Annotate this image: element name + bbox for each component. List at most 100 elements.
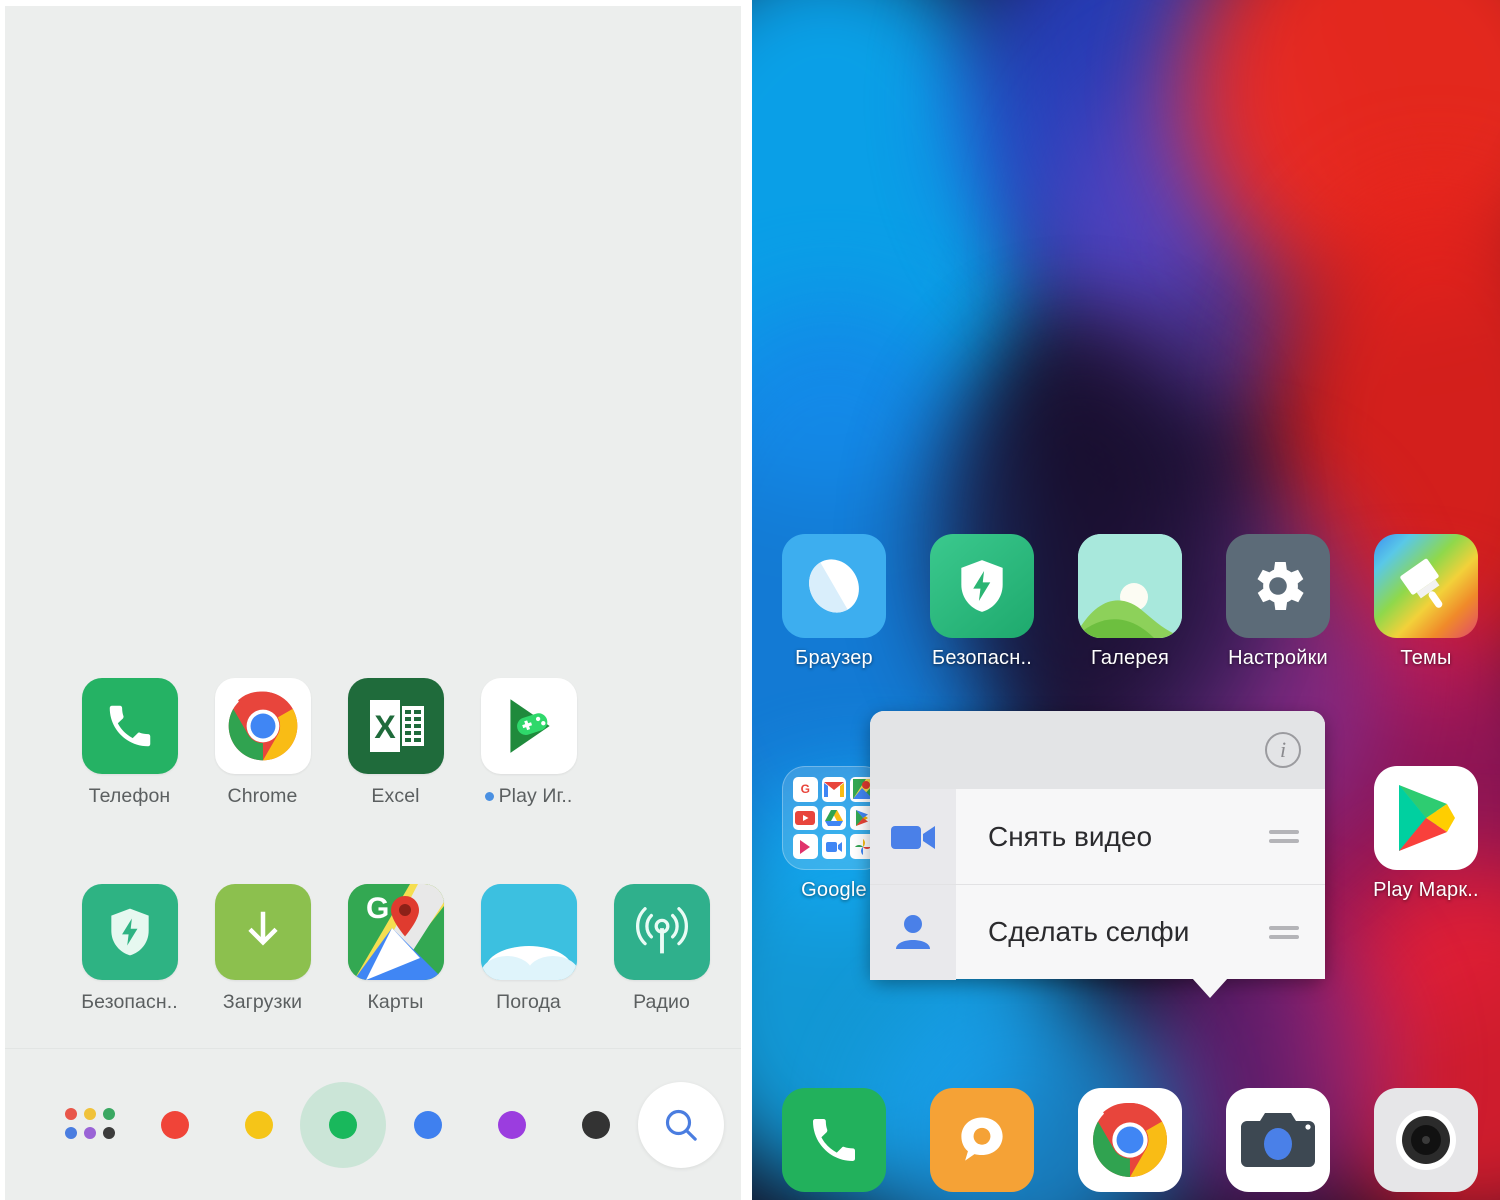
- home-row-1: Браузер Безопасн.. Галерея Настройки Тем…: [752, 534, 1500, 670]
- app-label: Телефон: [89, 785, 171, 808]
- color-filter-purple[interactable]: [470, 1070, 554, 1180]
- dock-chrome[interactable]: [1056, 1088, 1204, 1192]
- security-shield-icon[interactable]: [930, 534, 1034, 638]
- color-dot-black: [581, 1110, 610, 1139]
- browser-icon[interactable]: [782, 534, 886, 638]
- message-bubble-glyph: [961, 1117, 1003, 1161]
- color-filter-bar: [5, 1048, 741, 1200]
- phone-icon[interactable]: [81, 678, 178, 774]
- home-item-security[interactable]: Безопасн..: [908, 534, 1056, 670]
- svg-text:X: X: [374, 709, 396, 745]
- dock-phone[interactable]: [760, 1088, 908, 1192]
- app-label: Excel: [371, 785, 419, 808]
- home-label: Браузер: [795, 647, 873, 669]
- app-item-maps[interactable]: G Карты: [329, 884, 462, 1014]
- app-item-security[interactable]: Безопасн..: [63, 884, 196, 1014]
- app-label: Безопасн..: [81, 991, 178, 1014]
- app-item-play-games[interactable]: Play Иг..: [462, 678, 595, 808]
- dock: [752, 1088, 1500, 1192]
- drawer-empty-area: [5, 6, 741, 666]
- popup-item-take-selfie[interactable]: Сделать селфи: [870, 884, 1325, 980]
- app-label: Загрузки: [223, 991, 302, 1014]
- app-item-excel[interactable]: X Excel: [329, 678, 462, 808]
- drag-handle-icon[interactable]: [1257, 925, 1311, 939]
- search-button[interactable]: [637, 1070, 724, 1180]
- security-shield-icon[interactable]: [81, 884, 178, 980]
- play-games-glyph: [509, 699, 550, 753]
- home-screen-panel: Браузер Безопасн.. Галерея Настройки Тем…: [752, 0, 1500, 1200]
- color-filter-black[interactable]: [554, 1070, 638, 1180]
- app-label-text: Безопасн..: [81, 991, 178, 1013]
- shield-glyph: [110, 908, 149, 956]
- new-app-dot-icon: [484, 792, 494, 801]
- themes-brush-icon[interactable]: [1374, 534, 1478, 638]
- video-camera-icon: [870, 789, 956, 884]
- radio-broadcast-icon[interactable]: [613, 884, 710, 980]
- camera-icon[interactable]: [1226, 1088, 1330, 1192]
- play-games-icon[interactable]: [480, 678, 577, 774]
- home-item-browser[interactable]: Браузер: [760, 534, 908, 670]
- camera-lens-icon[interactable]: [1374, 1088, 1478, 1192]
- all-colors-swatch-icon: [64, 1107, 118, 1142]
- app-item-chrome[interactable]: Chrome: [196, 678, 329, 808]
- search-fab[interactable]: [637, 1081, 724, 1168]
- app-item-radio[interactable]: Радио: [595, 884, 728, 1014]
- popup-item-record-video[interactable]: Снять видео: [870, 789, 1325, 884]
- color-dot-purple: [497, 1110, 526, 1139]
- download-arrow-glyph: [247, 911, 278, 946]
- phone-glyph: [813, 1119, 855, 1161]
- cloud-glyph: [480, 884, 577, 980]
- gear-glyph: [1257, 562, 1304, 610]
- color-dot-red: [161, 1110, 190, 1139]
- app-item-downloads[interactable]: Загрузки: [196, 884, 329, 1014]
- info-glyph: i: [1279, 737, 1287, 762]
- person-glyph: [896, 915, 930, 949]
- home-label: Настройки: [1228, 647, 1328, 669]
- gallery-glyph: [1078, 534, 1182, 638]
- app-item-weather[interactable]: Погода: [462, 884, 595, 1014]
- app-label: Погода: [496, 991, 561, 1014]
- weather-cloud-icon[interactable]: [480, 884, 577, 980]
- color-filter-all-colors[interactable]: [49, 1070, 133, 1180]
- home-label: Галерея: [1090, 647, 1170, 669]
- app-item-phone[interactable]: Телефон: [63, 678, 196, 808]
- chrome-glyph: [1093, 1102, 1167, 1177]
- dock-camera[interactable]: [1204, 1088, 1352, 1192]
- popup-tail-icon: [1192, 978, 1228, 998]
- downloads-arrow-icon[interactable]: [214, 884, 311, 980]
- home-item-gallery[interactable]: Галерея: [1056, 534, 1204, 670]
- chrome-icon[interactable]: [214, 678, 311, 774]
- chrome-icon[interactable]: [1078, 1088, 1182, 1192]
- dock-messages[interactable]: [908, 1088, 1056, 1192]
- home-item-settings[interactable]: Настройки: [1204, 534, 1352, 670]
- home-item-themes[interactable]: Темы: [1352, 534, 1500, 670]
- search-icon: [665, 1109, 697, 1141]
- excel-icon[interactable]: X: [347, 678, 444, 774]
- color-dot-yellow: [245, 1110, 274, 1139]
- color-filter-blue[interactable]: [386, 1070, 470, 1180]
- settings-gear-icon[interactable]: [1226, 534, 1330, 638]
- paintbrush-glyph: [1400, 558, 1443, 608]
- app-label: Радио: [633, 991, 690, 1014]
- app-label-text: Play Иг..: [498, 785, 573, 807]
- home-label: Темы: [1400, 647, 1452, 669]
- broadcast-glyph: [635, 907, 688, 954]
- messages-icon[interactable]: [930, 1088, 1034, 1192]
- camera-shortcut-popup: i Снять видео Сделать селфи: [870, 711, 1325, 998]
- gallery-icon[interactable]: [1078, 534, 1182, 638]
- phone-icon[interactable]: [782, 1088, 886, 1192]
- drag-handle-icon[interactable]: [1257, 830, 1311, 843]
- dock-camera-lens[interactable]: [1352, 1088, 1500, 1192]
- maps-glyph: G: [347, 884, 444, 980]
- app-drawer-panel: Телефон Chrome X Excel Play Иг.. Безопас…: [0, 0, 741, 1200]
- info-icon[interactable]: i: [1265, 732, 1301, 768]
- color-filter-red[interactable]: [133, 1070, 217, 1180]
- video-camera-glyph: [891, 825, 935, 849]
- browser-glyph: [809, 559, 859, 613]
- google-maps-icon[interactable]: G: [347, 884, 444, 980]
- color-filter-yellow[interactable]: [217, 1070, 301, 1180]
- color-filter-green[interactable]: [300, 1070, 387, 1180]
- popup-layer: i Снять видео Сделать селфи: [752, 700, 1500, 1040]
- popup-item-label: Сделать селфи: [988, 916, 1190, 947]
- app-label: Chrome: [228, 785, 298, 808]
